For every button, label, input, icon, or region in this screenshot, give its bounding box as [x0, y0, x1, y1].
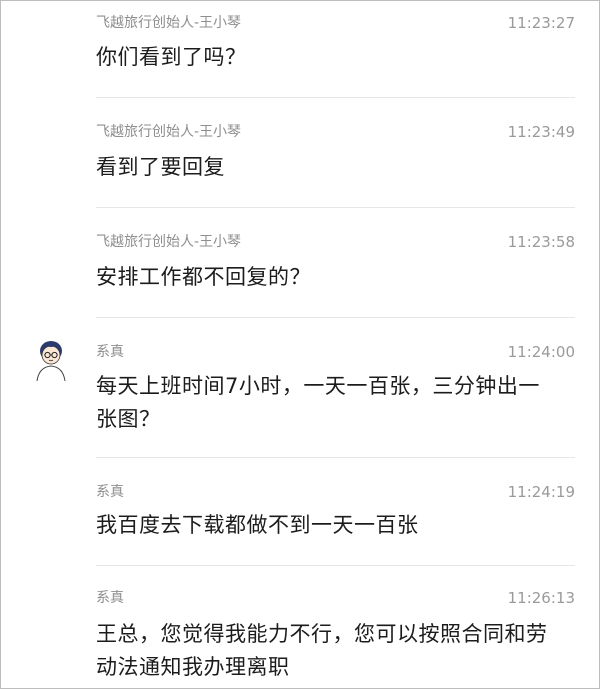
message-time: 11:23:27: [507, 14, 575, 32]
message-time: 11:23:58: [507, 233, 575, 251]
sender-name: 系真: [96, 484, 124, 500]
sender-name: 飞越旅行创始人-王小琴: [96, 15, 242, 31]
message-time: 11:26:13: [507, 589, 575, 607]
sender-name: 飞越旅行创始人-王小琴: [96, 124, 242, 140]
message-divider: [96, 457, 575, 458]
message-text: 王总，您觉得我能力不行，您可以按照合同和劳动法通知我办理离职: [96, 622, 548, 679]
message-divider: [96, 97, 575, 98]
message-time: 11:23:49: [507, 123, 575, 141]
message-time: 11:24:00: [507, 343, 575, 361]
sender-name: 飞越旅行创始人-王小琴: [96, 234, 242, 250]
sender-name: 系真: [96, 344, 124, 360]
sender-name: 系真: [96, 590, 124, 606]
message-text: 你们看到了吗？: [96, 45, 247, 69]
message-text: 每天上班时间7小时，一天一百张，三分钟出一张图？: [96, 374, 540, 431]
message-divider: [96, 207, 575, 208]
message-time: 11:24:19: [507, 483, 575, 501]
message-text: 看到了要回复: [96, 155, 225, 179]
message-divider: [96, 317, 575, 318]
message-text: 安排工作都不回复的？: [96, 265, 311, 289]
message-text: 我百度去下载都做不到一天一百张: [96, 513, 419, 537]
chat-log: 飞越旅行创始人-王小琴 11:23:27 你们看到了吗？ 飞越旅行创始人-王小琴…: [0, 0, 600, 689]
message-divider: [96, 565, 575, 566]
cartoon-person-avatar-icon[interactable]: [31, 337, 71, 381]
